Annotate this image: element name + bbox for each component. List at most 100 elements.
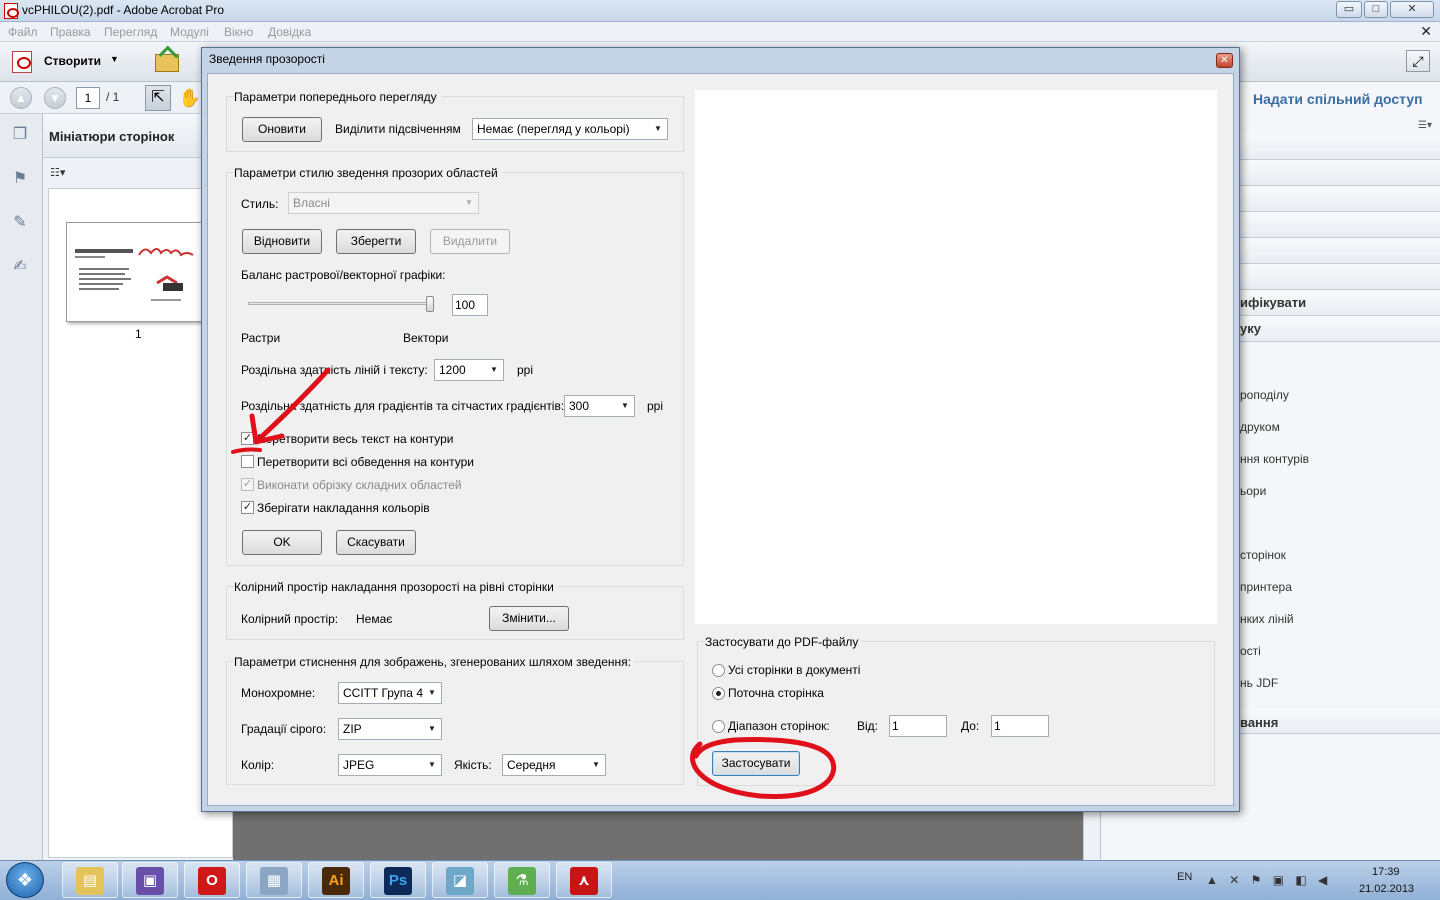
menu-file[interactable]: Файл <box>8 25 38 39</box>
tools-heading-2[interactable]: уку <box>1240 321 1261 336</box>
clip-complex-regions-checkbox[interactable]: ✓ <box>241 478 254 491</box>
style-select[interactable]: Власні ▼ <box>288 192 479 214</box>
cancel-button[interactable]: Скасувати <box>336 530 416 555</box>
gradient-resolution-select[interactable]: 300 ▼ <box>564 395 635 417</box>
previous-page-icon[interactable]: ▲ <box>10 87 32 109</box>
taskbar-app-illustrator[interactable]: Ai <box>308 862 364 898</box>
start-button[interactable]: ❖ <box>6 862 44 898</box>
dropdown-arrow-icon: ▼ <box>428 688 436 697</box>
taskbar-app-opera[interactable]: O <box>184 862 240 898</box>
raster-vector-slider-thumb[interactable] <box>426 296 434 312</box>
page-number-input[interactable]: 1 <box>76 87 100 109</box>
tools-section-row[interactable] <box>1238 316 1440 342</box>
pane-options-icon[interactable]: ☰▾ <box>1418 120 1432 131</box>
tools-item[interactable]: роподілу <box>1240 388 1289 402</box>
page-range-radio[interactable] <box>712 720 725 733</box>
save-style-button[interactable]: Зберегти <box>336 229 416 254</box>
bookmark-icon[interactable]: ⚑ <box>9 168 31 190</box>
raster-vector-slider-track[interactable] <box>248 302 432 305</box>
to-label: До: <box>961 719 980 733</box>
next-page-icon[interactable]: ▼ <box>44 87 66 109</box>
page-thumbnails-icon[interactable]: ❐ <box>9 124 31 146</box>
vertical-scrollbar[interactable] <box>1083 810 1100 860</box>
to-page-input[interactable]: 1 <box>991 715 1049 737</box>
quality-select[interactable]: Середня ▼ <box>502 754 606 776</box>
clock-date[interactable]: 21.02.2013 <box>1359 883 1414 895</box>
dropdown-arrow-icon: ▼ <box>592 760 600 769</box>
tools-item[interactable]: друком <box>1240 420 1280 434</box>
tools-item[interactable]: принтера <box>1240 580 1292 594</box>
delete-style-button[interactable]: Видалити <box>430 229 510 254</box>
tools-item[interactable]: ння контурів <box>1240 452 1309 466</box>
hand-tool-icon[interactable]: ✋ <box>178 86 202 110</box>
taskbar-app-photoshop[interactable]: Ps <box>370 862 426 898</box>
menu-edit[interactable]: Правка <box>50 25 91 39</box>
share-link[interactable]: Надати спільний доступ <box>1253 91 1423 107</box>
convert-strokes-checkbox[interactable] <box>241 455 254 468</box>
thumbnail-options-icon[interactable]: ☷▾ <box>50 166 76 182</box>
tools-section-row[interactable] <box>1238 186 1440 212</box>
maximize-button[interactable]: □ <box>1364 1 1388 18</box>
open-folder-icon[interactable] <box>152 48 180 74</box>
opera-icon: O <box>198 867 226 895</box>
line-text-resolution-select[interactable]: 1200 ▼ <box>434 359 504 381</box>
dropdown-arrow-icon: ▼ <box>654 124 662 133</box>
grayscale-select[interactable]: ZIP ▼ <box>338 718 442 740</box>
convert-strokes-label: Перетворити всі обведення на контури <box>257 455 474 469</box>
explorer-icon: ▤ <box>76 867 104 895</box>
balance-value-input[interactable]: 100 <box>452 294 488 316</box>
color-compression-select[interactable]: JPEG ▼ <box>338 754 442 776</box>
minimize-button[interactable]: ▭ <box>1336 1 1362 18</box>
from-page-input[interactable]: 1 <box>889 715 947 737</box>
tools-heading-3[interactable]: вання <box>1240 715 1278 730</box>
signature-icon[interactable]: ✍ <box>9 256 31 278</box>
tools-section-row[interactable] <box>1238 264 1440 290</box>
taskbar-app-acrobat[interactable]: ⋏ <box>556 862 612 898</box>
tools-item[interactable]: нь JDF <box>1240 676 1278 690</box>
acrobat-pdf-icon <box>4 3 19 19</box>
taskbar-app-calculator[interactable]: ▦ <box>246 862 302 898</box>
tools-item[interactable]: нких ліній <box>1240 612 1294 626</box>
clip-complex-regions-label: Виконати обрізку складних областей <box>257 478 462 492</box>
expand-icon[interactable]: ⤢ <box>1406 50 1430 72</box>
dialog-close-button[interactable]: ✕ <box>1216 53 1233 68</box>
menu-help[interactable]: Довідка <box>268 25 311 39</box>
tools-section-row[interactable] <box>1238 134 1440 160</box>
close-window-button[interactable]: ✕ <box>1390 1 1434 18</box>
system-tray-icons[interactable]: ▲ ✕ ⚑ ▣ ◧ ◀ <box>1206 873 1331 887</box>
attachment-icon[interactable]: ✎ <box>9 212 31 234</box>
create-button[interactable]: Створити ▼ <box>8 48 126 76</box>
change-colorspace-button[interactable]: Змінити... <box>489 606 569 631</box>
taskbar-app-save[interactable]: ▣ <box>122 862 178 898</box>
tools-section-row[interactable] <box>1238 212 1440 238</box>
tools-item[interactable]: ьори <box>1240 484 1266 498</box>
menu-window[interactable]: Вікно <box>224 25 253 39</box>
convert-text-checkbox[interactable]: ✓ <box>241 432 254 445</box>
all-pages-radio[interactable] <box>712 664 725 677</box>
taskbar-app-app7[interactable]: ◪ <box>432 862 488 898</box>
restore-button[interactable]: Відновити <box>242 229 322 254</box>
refresh-button[interactable]: Оновити <box>242 117 322 142</box>
language-indicator[interactable]: EN <box>1177 871 1192 883</box>
select-tool-icon[interactable]: ⇱ <box>145 85 171 111</box>
tools-section-row[interactable] <box>1238 160 1440 186</box>
gradient-resolution-label: Роздільна здатність для градієнтів та сі… <box>241 399 565 413</box>
monochrome-select[interactable]: CCITT Група 4 ▼ <box>338 682 442 704</box>
menu-view[interactable]: Перегляд <box>104 25 157 39</box>
taskbar-app-explorer[interactable]: ▤ <box>62 862 118 898</box>
menu-plugins[interactable]: Модулі <box>170 25 209 39</box>
preserve-overprint-checkbox[interactable]: ✓ <box>241 501 254 514</box>
page-thumbnail[interactable] <box>66 222 206 322</box>
highlight-select[interactable]: Немає (перегляд у кольорі) ▼ <box>472 118 668 140</box>
current-page-radio[interactable] <box>712 687 725 700</box>
clock-time[interactable]: 17:39 <box>1372 866 1400 878</box>
tools-section-row[interactable] <box>1238 238 1440 264</box>
ok-button[interactable]: OK <box>242 530 322 555</box>
tools-item[interactable]: сторінок <box>1240 548 1286 562</box>
tools-item[interactable]: ості <box>1240 644 1261 658</box>
app8-icon: ⚗ <box>508 867 536 895</box>
close-document-icon[interactable]: ✕ <box>1420 23 1432 40</box>
apply-button[interactable]: Застосувати <box>712 751 800 776</box>
taskbar-app-app8[interactable]: ⚗ <box>494 862 550 898</box>
tools-heading-1[interactable]: ифікувати <box>1240 295 1306 310</box>
